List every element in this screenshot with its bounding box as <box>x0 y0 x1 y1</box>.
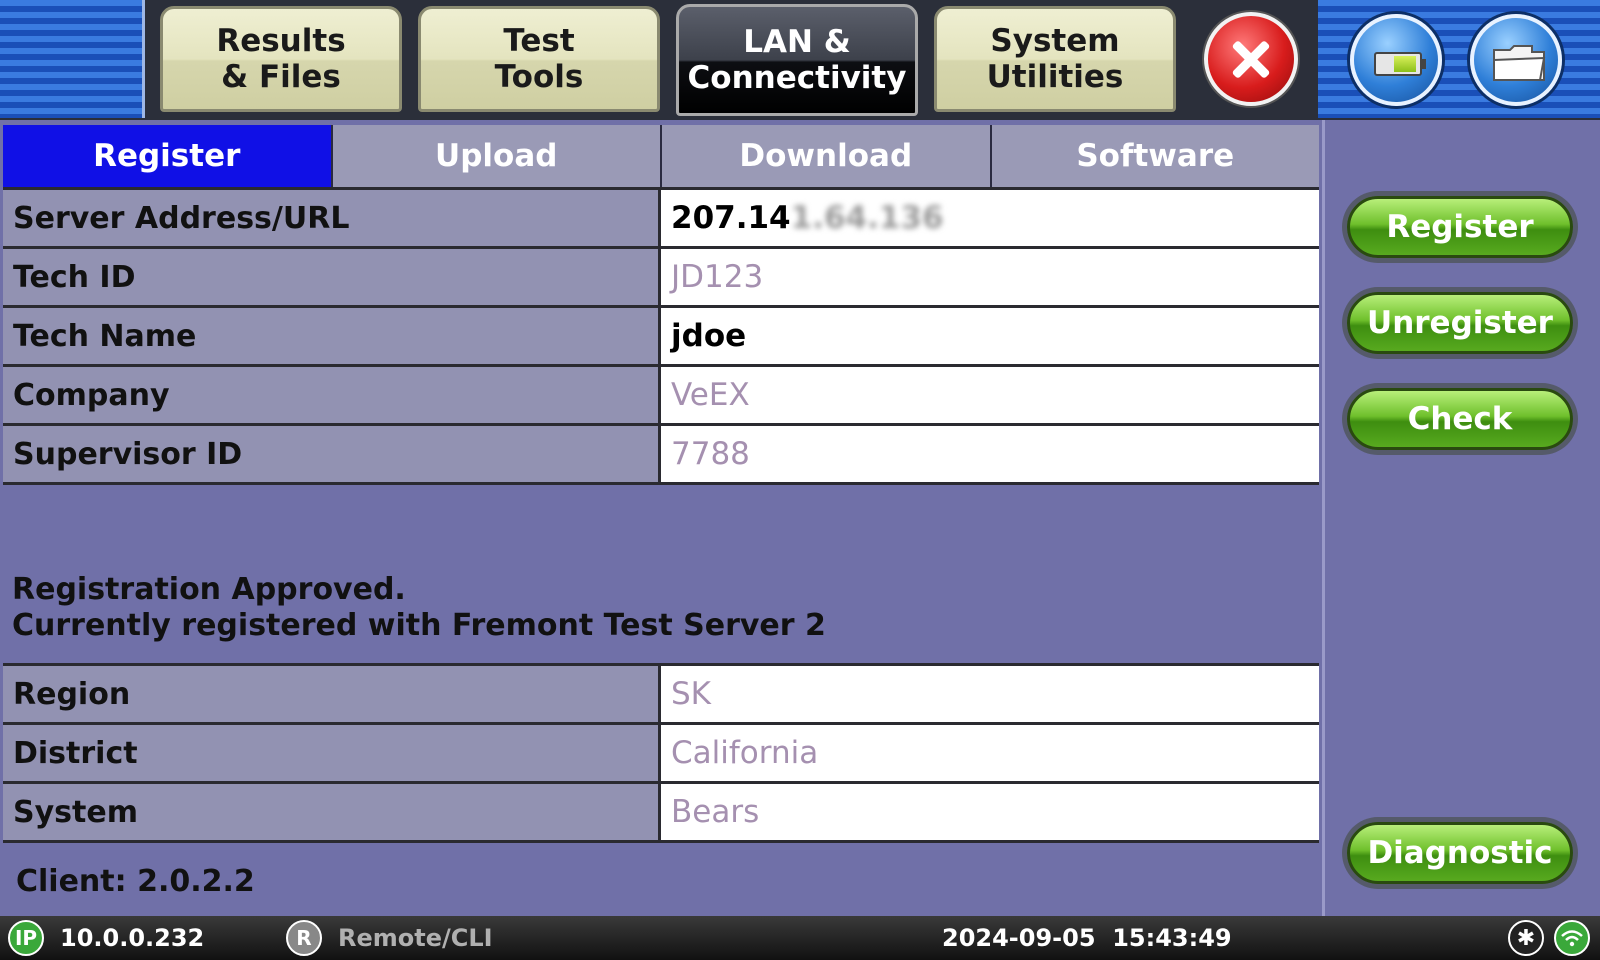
tech-name-field[interactable]: jdoe <box>661 308 1319 364</box>
ip-address: 10.0.0.232 <box>60 924 205 952</box>
close-icon[interactable] <box>1204 12 1298 106</box>
status-bar: IP 10.0.0.232 R Remote/CLI 2024-09-05 15… <box>0 916 1600 960</box>
subtab-software[interactable]: Software <box>991 125 1319 187</box>
server-address-label: Server Address/URL <box>3 190 661 246</box>
supervisor-id-label: Supervisor ID <box>3 426 661 482</box>
row-district: District California <box>3 722 1319 781</box>
company-field[interactable]: VeEX <box>661 367 1319 423</box>
action-sidebar: Register Unregister Check Diagnostic <box>1322 120 1600 916</box>
ip-icon: IP <box>8 920 44 956</box>
region-label: Region <box>3 666 661 722</box>
server-address-field[interactable]: 207.14 1.64.136 <box>661 190 1319 246</box>
sub-tab-bar: Register Upload Download Software <box>3 125 1319 190</box>
main-panel: Register Upload Download Software Server… <box>0 120 1322 916</box>
battery-icon <box>1374 52 1426 76</box>
register-button[interactable]: Register <box>1347 196 1573 258</box>
district-label: District <box>3 725 661 781</box>
unregister-button[interactable]: Unregister <box>1347 292 1573 354</box>
server-address-masked: 1.64.136 <box>790 200 944 236</box>
row-supervisor-id: Supervisor ID 7788 <box>3 423 1319 485</box>
status-line-2: Currently registered with Fremont Test S… <box>12 608 826 643</box>
tech-id-label: Tech ID <box>3 249 661 305</box>
tab-test-tools[interactable]: Test Tools <box>418 6 660 112</box>
subtab-register[interactable]: Register <box>3 125 333 187</box>
remote-cli-label[interactable]: Remote/CLI <box>338 924 493 952</box>
status-line-1: Registration Approved. <box>12 572 406 607</box>
subtab-download[interactable]: Download <box>662 125 992 187</box>
remote-icon: R <box>286 920 322 956</box>
row-region: Region SK <box>3 663 1319 722</box>
client-version: Client: 2.0.2.2 <box>16 864 255 899</box>
datetime: 2024-09-05 15:43:49 <box>942 924 1232 952</box>
company-label: Company <box>3 367 661 423</box>
row-company: Company VeEX <box>3 364 1319 423</box>
check-button[interactable]: Check <box>1347 388 1573 450</box>
server-address-value: 207.14 <box>671 200 791 236</box>
bluetooth-icon: ✱ <box>1508 920 1544 956</box>
row-tech-id: Tech ID JD123 <box>3 246 1319 305</box>
system-value: Bears <box>661 784 1319 840</box>
diagnostic-button[interactable]: Diagnostic <box>1347 822 1573 884</box>
folder-icon <box>1493 45 1546 81</box>
tab-system-utilities[interactable]: System Utilities <box>934 6 1176 112</box>
tab-lan-connectivity[interactable]: LAN & Connectivity <box>676 4 918 116</box>
system-label: System <box>3 784 661 840</box>
row-tech-name: Tech Name jdoe <box>3 305 1319 364</box>
row-system: System Bears <box>3 781 1319 843</box>
folder-button[interactable] <box>1470 14 1562 106</box>
top-bar: Results & Files Test Tools LAN & Connect… <box>0 0 1600 120</box>
region-value: SK <box>661 666 1319 722</box>
tech-name-label: Tech Name <box>3 308 661 364</box>
registration-status: Registration Approved. Currently registe… <box>12 572 826 644</box>
brand-stripe-left <box>0 0 145 118</box>
tab-results-files[interactable]: Results & Files <box>160 6 402 112</box>
wifi-icon <box>1554 920 1590 956</box>
row-server-address: Server Address/URL 207.14 1.64.136 <box>3 187 1319 246</box>
battery-button[interactable] <box>1350 14 1442 106</box>
subtab-upload[interactable]: Upload <box>332 125 662 187</box>
tech-id-field[interactable]: JD123 <box>661 249 1319 305</box>
district-value: California <box>661 725 1319 781</box>
supervisor-id-field[interactable]: 7788 <box>661 426 1319 482</box>
wifi-glyph <box>1561 930 1583 947</box>
